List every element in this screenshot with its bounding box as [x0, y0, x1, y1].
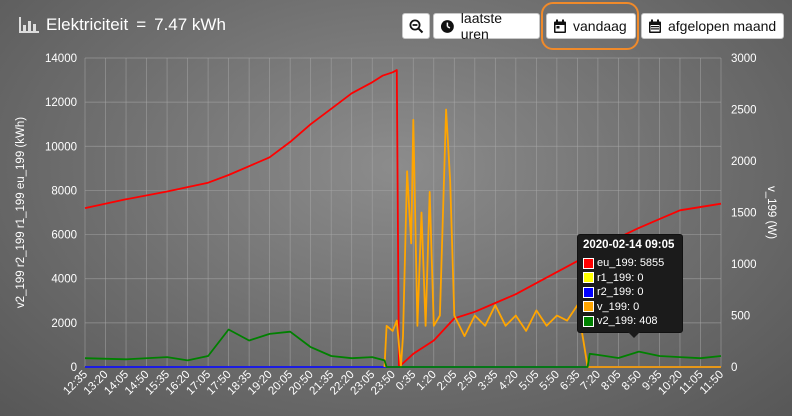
x-tick-label: 11:50 [698, 369, 726, 397]
tooltip-row: v_199: 0 [583, 300, 677, 315]
x-tick-label: 0:35 [394, 369, 418, 393]
y-tick-label-left: 10000 [45, 141, 77, 153]
line-chart[interactable]: 0 2000 4000 6000 8000 10000 12000 14000 0 500 1000… [0, 0, 792, 416]
tooltip-row: r2_199: 0 [583, 285, 677, 300]
x-tick-label: 1:20 [415, 369, 439, 393]
y-tick-label-right: 3000 [731, 53, 757, 65]
x-tick-label: 5:05 [517, 369, 541, 393]
legend-swatch [583, 257, 594, 269]
x-tick-label: 6:35 [558, 369, 582, 393]
legend-swatch [583, 315, 594, 327]
y-tick-label-right: 1500 [731, 208, 757, 220]
y-axis-title-right: v_199 (W) [765, 186, 777, 239]
tooltip-row-label: v_199: 0 [597, 300, 640, 313]
x-tick-label: 8:50 [620, 369, 644, 393]
x-tick-label: 5:50 [538, 369, 562, 393]
y-tick-label-left: 0 [71, 362, 77, 374]
y-tick-label-right: 500 [731, 311, 750, 323]
tooltip-arrow [628, 332, 640, 338]
tooltip-row: r1_199: 0 [583, 271, 677, 286]
chart-tooltip: 2020-02-14 09:05 eu_199: 5855 r1_199: 0 r2… [577, 234, 683, 333]
tooltip-row-label: r2_199: 0 [597, 286, 644, 299]
tooltip-row-label: eu_199: 5855 [597, 257, 665, 270]
legend-swatch [583, 286, 594, 298]
x-tick-label: 2:05 [435, 369, 459, 393]
x-tick-label: 23:50 [369, 369, 398, 398]
tooltip-row-label: v2_199: 408 [597, 315, 658, 328]
x-tick-label: 4:20 [497, 369, 521, 393]
tooltip-row: v2_199: 408 [583, 314, 677, 329]
legend-swatch [583, 272, 594, 284]
y-tick-label-left: 6000 [51, 230, 77, 242]
y-tick-label-left: 12000 [45, 97, 77, 109]
y-tick-label-left: 2000 [51, 318, 77, 330]
x-tick-label: 7:20 [579, 369, 603, 393]
y-tick-label-right: 0 [731, 362, 737, 374]
tooltip-row: eu_199: 5855 [583, 256, 677, 271]
y-tick-label-left: 8000 [51, 185, 77, 197]
y-tick-label-right: 2500 [731, 105, 757, 117]
y-tick-label-left: 14000 [45, 53, 77, 65]
legend-swatch [583, 301, 594, 313]
tooltip-title: 2020-02-14 09:05 [583, 239, 675, 251]
y-axis-title-left: v2_199 r2_199 r1_199 eu_199 (kWh) [15, 117, 27, 308]
y-tick-label-right: 2000 [731, 156, 757, 168]
x-tick-label: 3:35 [476, 369, 500, 393]
y-tick-label-right: 1000 [731, 259, 757, 271]
chart-panel: Elektriciteit = 7.47 kWh laatste uren va… [0, 0, 792, 416]
x-tick-label: 2:50 [456, 369, 480, 393]
y-tick-label-left: 4000 [51, 274, 77, 286]
x-tick-label: 8:05 [599, 369, 623, 393]
tooltip-row-label: r1_199: 0 [597, 271, 644, 284]
